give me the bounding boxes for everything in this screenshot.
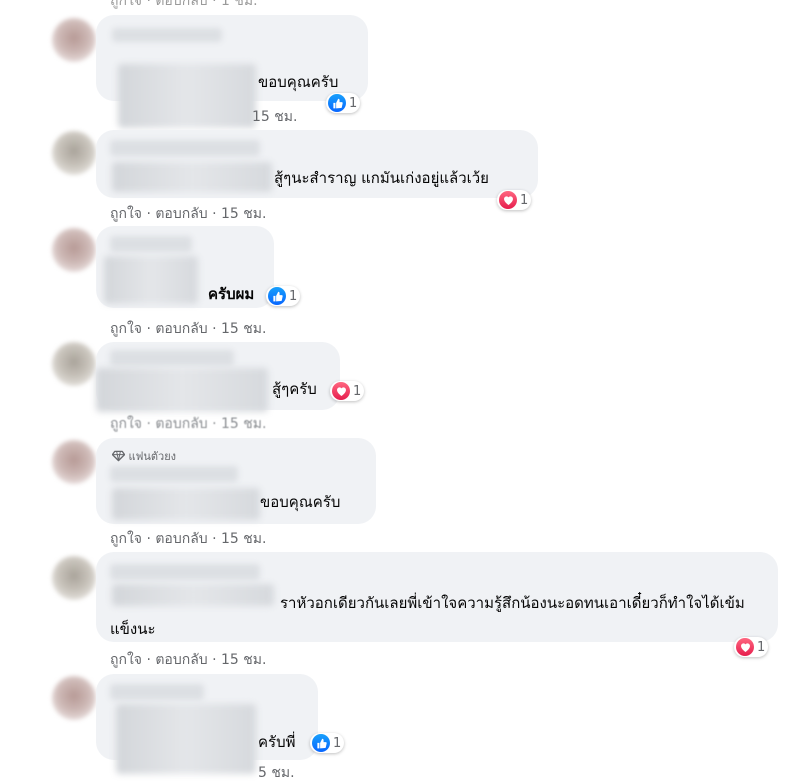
comment-text: ครับผม — [208, 285, 255, 303]
like-icon — [328, 94, 346, 112]
commenter-name[interactable] — [110, 466, 238, 482]
comment-text: สู้ๆนะสำราญ แกมันเก่งอยู่แล้วเว้ย — [274, 169, 489, 187]
commenter-name[interactable] — [110, 350, 234, 366]
reaction-count: 1 — [289, 288, 298, 304]
like-icon — [312, 734, 330, 752]
like-icon — [268, 287, 286, 305]
top-fan-badge: แฟนตัวยง — [111, 447, 177, 465]
redacted-text — [116, 704, 256, 774]
reaction-badge[interactable]: 1 — [734, 637, 769, 657]
avatar[interactable] — [52, 440, 96, 484]
redacted-text — [112, 162, 272, 192]
redacted-text — [112, 488, 260, 520]
comment-text: สู้ๆครับ — [272, 380, 317, 398]
reaction-count: 1 — [349, 95, 358, 111]
commenter-name[interactable] — [110, 564, 260, 580]
comment-text: ครับพี่ — [258, 733, 296, 751]
redacted-text — [104, 256, 198, 304]
reaction-count: 1 — [333, 735, 342, 751]
reaction-count: 1 — [757, 639, 766, 655]
comment-text: ขอบคุณครับ — [258, 73, 339, 91]
commenter-name[interactable] — [112, 28, 222, 42]
commenter-name[interactable] — [110, 236, 192, 252]
reaction-count: 1 — [353, 383, 362, 399]
reaction-count: 1 — [520, 192, 529, 208]
heart-icon — [332, 382, 350, 400]
redacted-text — [96, 368, 268, 412]
avatar[interactable] — [52, 556, 96, 600]
avatar[interactable] — [52, 18, 96, 62]
reaction-badge[interactable]: 1 — [266, 286, 301, 306]
comment-text: ขอบคุณครับ — [260, 493, 341, 511]
commenter-name[interactable] — [110, 140, 260, 156]
redacted-text — [118, 64, 256, 128]
reaction-badge[interactable]: 1 — [497, 190, 532, 210]
comment-meta: ถูกใจ · ตอบกลับ · 15 ชม. — [110, 416, 267, 432]
avatar[interactable] — [52, 676, 96, 720]
avatar[interactable] — [52, 342, 96, 386]
commenter-name[interactable] — [110, 684, 204, 700]
comment-meta: ถูกใจ · ตอบกลับ · 15 ชม. — [110, 531, 267, 547]
comment-meta: ถูกใจ · ตอบกลับ · 15 ชม. — [110, 321, 267, 337]
reaction-badge[interactable]: 1 — [330, 381, 365, 401]
heart-icon — [499, 191, 517, 209]
comment-meta-top: ถูกใจ · ตอบกลับ · 1 ชม. — [110, 0, 258, 9]
comment-meta: 5 ชม. — [258, 765, 295, 781]
heart-icon — [736, 638, 754, 656]
reaction-badge[interactable]: 1 — [326, 93, 361, 113]
comment-text: ราหัวอกเดียวกันเลยพี่เข้าใจความรู้สึกน้อ… — [110, 594, 745, 638]
avatar[interactable] — [52, 228, 96, 272]
comment-meta: 15 ชม. — [252, 109, 298, 125]
diamond-icon — [111, 450, 126, 465]
avatar[interactable] — [52, 131, 96, 175]
comment-meta: ถูกใจ · ตอบกลับ · 15 ชม. — [110, 206, 267, 222]
reaction-badge[interactable]: 1 — [310, 733, 345, 753]
comment-meta: ถูกใจ · ตอบกลับ · 15 ชม. — [110, 652, 267, 668]
badge-label: แฟนตัวยง — [128, 450, 177, 463]
